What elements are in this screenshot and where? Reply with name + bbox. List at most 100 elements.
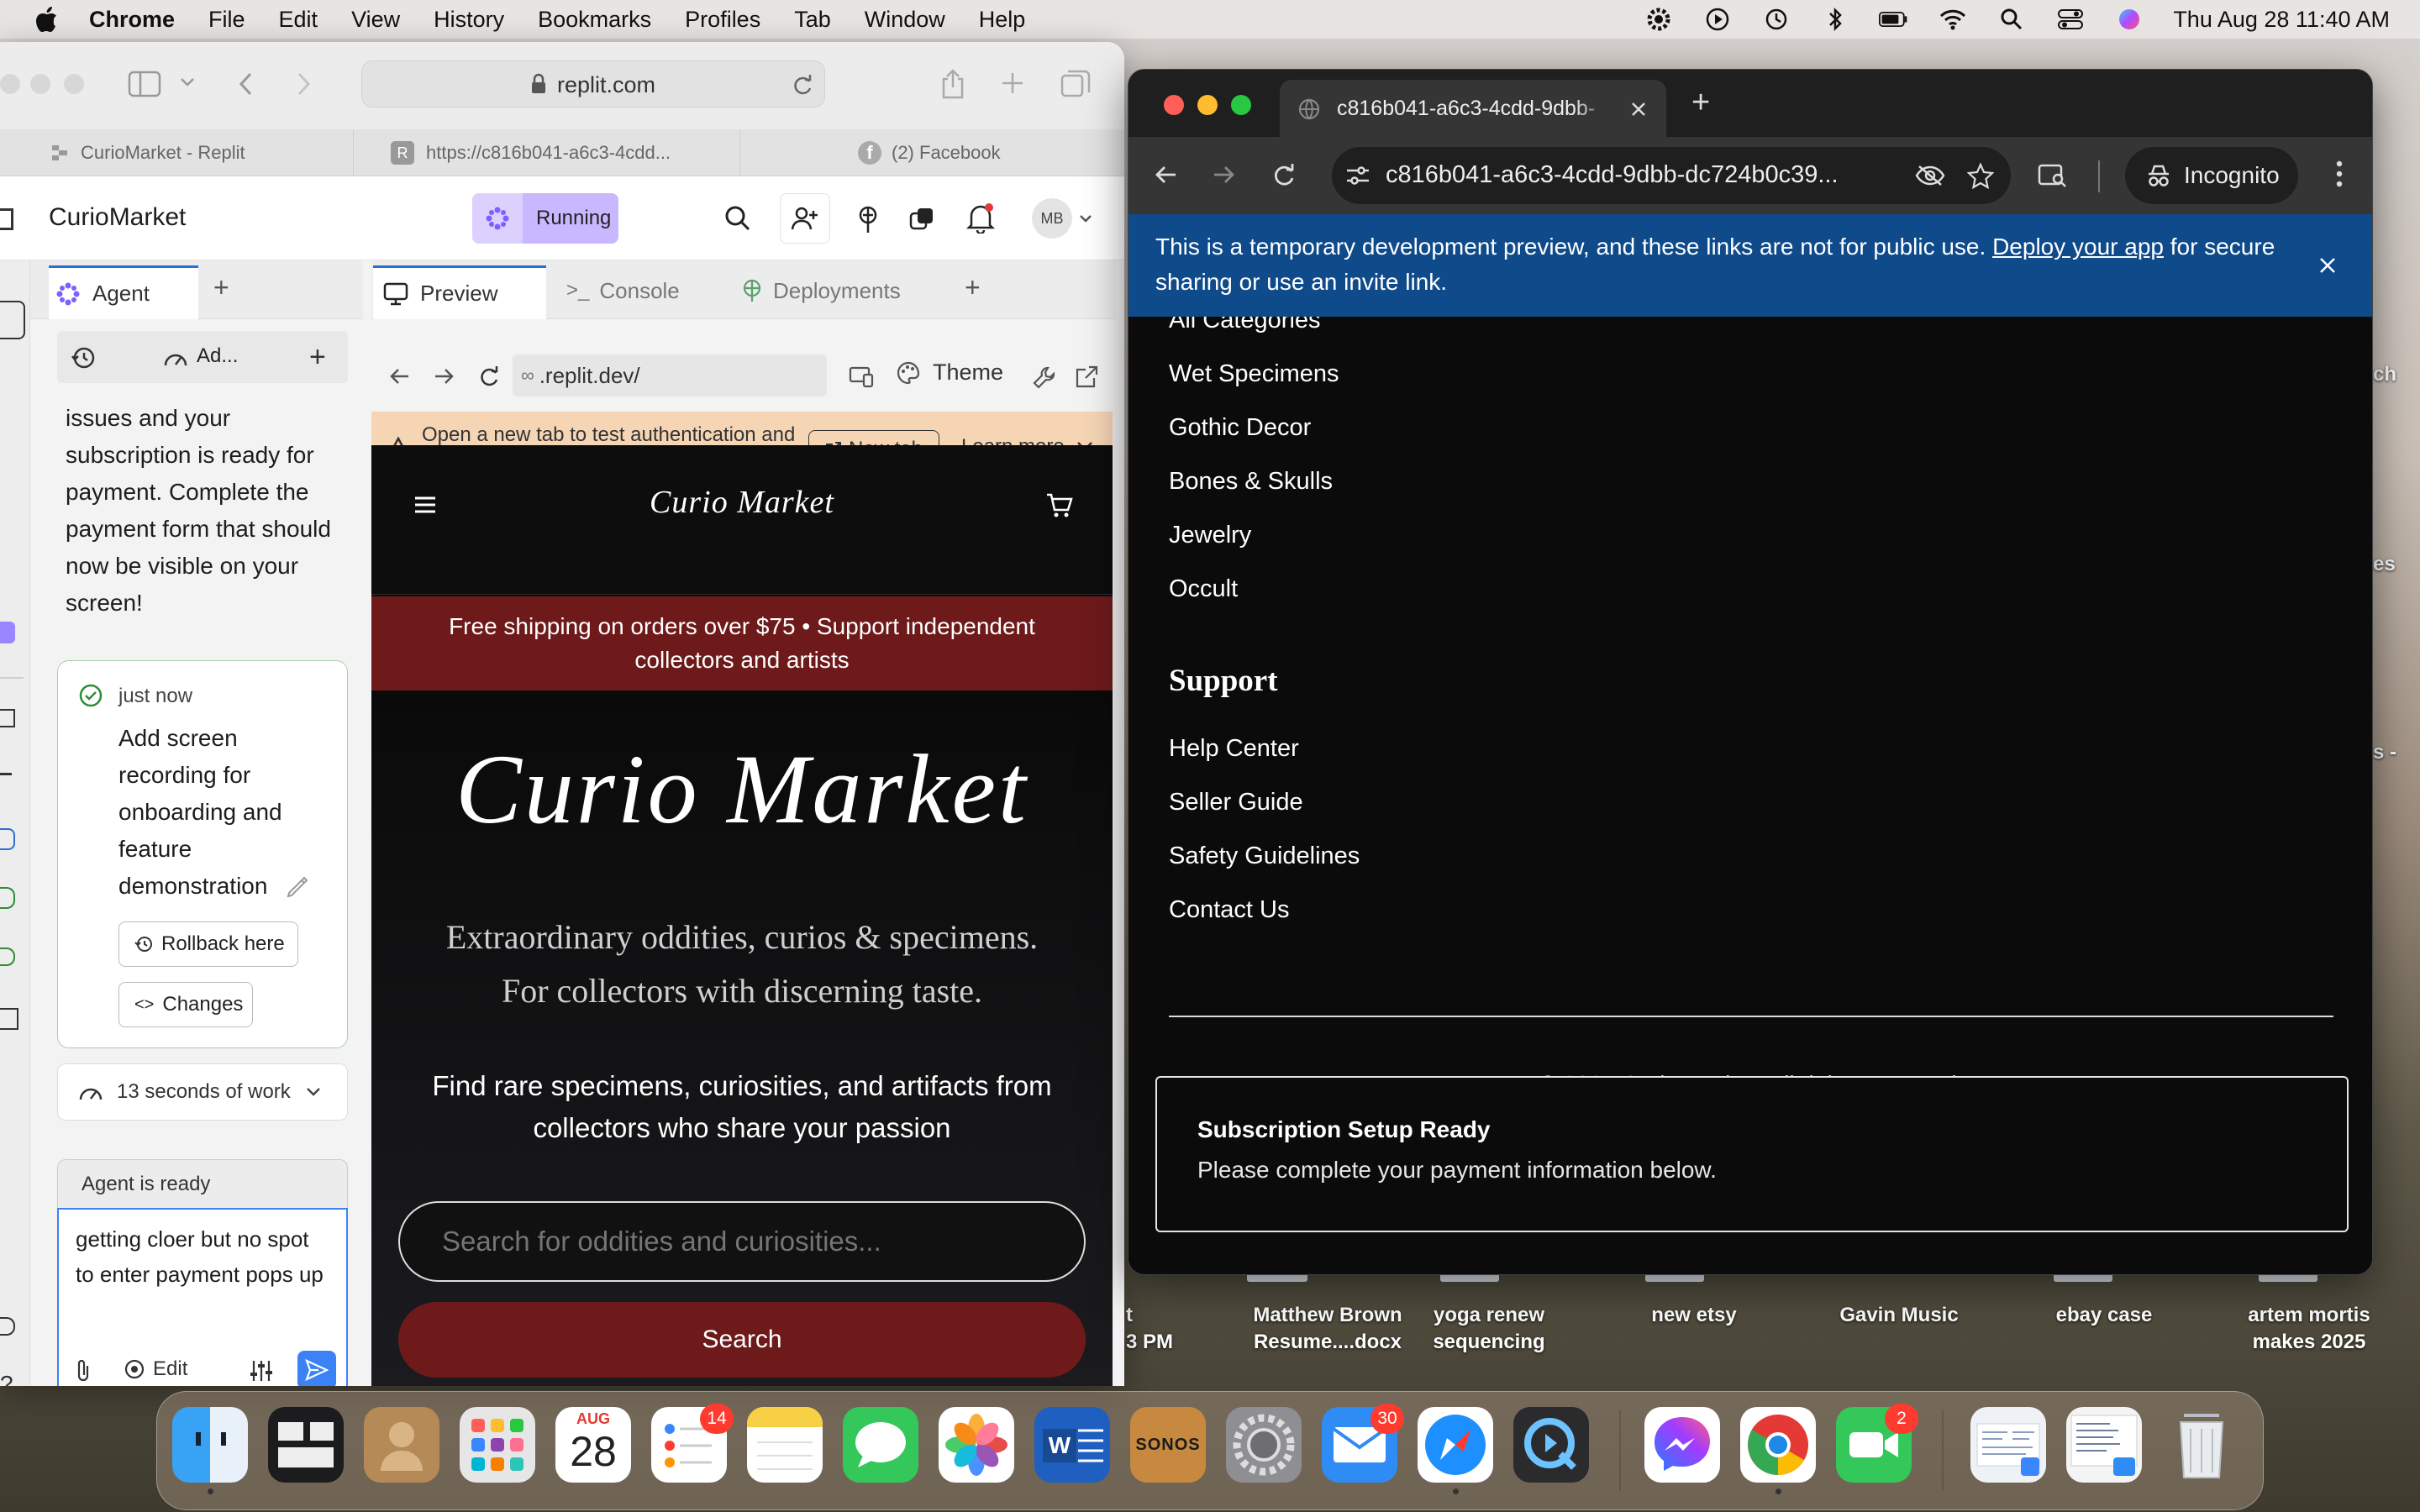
agent-input-box[interactable]: getting cloer but no spot to enter payme… xyxy=(57,1208,348,1386)
category-link[interactable]: Bones & Skulls xyxy=(1169,468,1333,496)
search-input[interactable] xyxy=(398,1201,1086,1282)
desktop-file-yoga[interactable]: yoga renew sequencing xyxy=(1395,1302,1583,1356)
changes-button[interactable]: <> Changes xyxy=(118,982,253,1027)
dock-recent-document-icon[interactable] xyxy=(1970,1407,2046,1483)
menu-profiles[interactable]: Profiles xyxy=(685,7,760,33)
tab-console[interactable]: >_ Console xyxy=(556,265,723,316)
preview-reload-icon[interactable] xyxy=(477,365,501,388)
eye-off-icon[interactable] xyxy=(1915,164,1945,187)
users-icon[interactable] xyxy=(0,948,15,966)
run-status-button[interactable]: Running xyxy=(472,193,618,244)
apple-menu-icon[interactable] xyxy=(34,5,59,34)
play-status-icon[interactable] xyxy=(1702,7,1733,32)
chevron-down-icon[interactable] xyxy=(1079,213,1092,223)
rollback-button[interactable]: Rollback here xyxy=(118,921,298,967)
sliders-icon[interactable] xyxy=(249,1359,274,1383)
new-chat-plus-icon[interactable]: + xyxy=(309,341,326,374)
tab-overview-icon[interactable] xyxy=(1060,69,1091,99)
spotlight-search-icon[interactable] xyxy=(1996,7,2027,32)
bell-icon[interactable] xyxy=(966,203,995,234)
dock-recent-window-icon[interactable] xyxy=(2066,1407,2142,1483)
dock-chrome-icon[interactable] xyxy=(1740,1407,1816,1494)
tab-agent[interactable]: Agent xyxy=(49,265,198,319)
cart-icon[interactable] xyxy=(1045,492,1074,519)
window-close-button[interactable] xyxy=(1164,95,1184,115)
back-arrow-icon[interactable] xyxy=(1154,164,1177,186)
speed-gauge-icon[interactable] xyxy=(163,348,188,368)
wrench-icon[interactable] xyxy=(1032,365,1057,390)
grid-icon[interactable] xyxy=(0,1008,18,1030)
battery-icon[interactable] xyxy=(1879,7,1909,32)
tab-search-icon[interactable] xyxy=(2038,162,2068,189)
wifi-icon[interactable] xyxy=(1938,7,1968,32)
attach-paperclip-icon[interactable] xyxy=(74,1357,92,1383)
forward-arrow-icon[interactable] xyxy=(1213,164,1236,186)
preview-back-icon[interactable] xyxy=(388,366,410,386)
home-icon[interactable] xyxy=(0,208,13,230)
multiplayer-icon[interactable] xyxy=(909,207,934,232)
share-icon[interactable] xyxy=(939,67,966,101)
search-icon[interactable] xyxy=(724,205,751,232)
siri-icon[interactable] xyxy=(2114,7,2144,32)
edit-mode-button[interactable]: Edit xyxy=(123,1357,187,1381)
send-button[interactable] xyxy=(297,1351,336,1386)
dock-facetime-icon[interactable]: 2 xyxy=(1836,1404,1918,1483)
bluetooth-icon[interactable] xyxy=(1820,7,1850,32)
chevron-down-icon[interactable] xyxy=(180,77,195,87)
category-link[interactable]: Gothic Decor xyxy=(1169,414,1311,442)
work-summary-dropdown[interactable]: 13 seconds of work xyxy=(57,1063,348,1121)
close-icon[interactable] xyxy=(2318,256,2337,275)
dock-messages-icon[interactable] xyxy=(843,1407,918,1483)
dock-mail-icon[interactable]: 30 xyxy=(1322,1404,1404,1483)
reload-icon[interactable] xyxy=(1271,162,1297,187)
help-icon[interactable]: ? xyxy=(0,1371,13,1386)
menu-edit[interactable]: Edit xyxy=(279,7,318,33)
desktop-file-etsy[interactable]: new etsy xyxy=(1600,1302,1788,1329)
curio-logo-small[interactable]: Curio Market xyxy=(371,484,1113,521)
dock-contacts-icon[interactable] xyxy=(364,1407,439,1483)
chrome-address-bar[interactable]: c816b041-a6c3-4cdd-9dbb-dc724b0c39... xyxy=(1332,147,2011,204)
dock-reminders-icon[interactable]: 14 xyxy=(651,1404,734,1483)
search-button[interactable]: Search xyxy=(398,1302,1086,1378)
preview-forward-icon[interactable] xyxy=(434,366,455,386)
add-tab-plus-icon[interactable]: + xyxy=(965,272,981,303)
invite-user-button[interactable] xyxy=(780,193,830,244)
window-close-button[interactable] xyxy=(0,74,20,94)
agent-mode-label[interactable]: Ad... xyxy=(197,344,238,368)
bookmark-star-icon[interactable] xyxy=(1967,162,1994,189)
more-menu-icon[interactable] xyxy=(2335,159,2344,189)
support-link[interactable]: Help Center xyxy=(1169,735,1299,763)
menu-bookmarks[interactable]: Bookmarks xyxy=(538,7,651,33)
reload-icon[interactable] xyxy=(791,73,814,97)
support-link[interactable]: Contact Us xyxy=(1169,896,1289,924)
safari-tab-facebook[interactable]: f (2) Facebook xyxy=(739,129,1124,176)
support-link[interactable]: Safety Guidelines xyxy=(1169,843,1360,870)
tab-preview[interactable]: Preview xyxy=(373,265,546,319)
shell-icon[interactable] xyxy=(0,773,12,775)
category-link[interactable]: Wet Specimens xyxy=(1169,360,1339,388)
close-icon[interactable] xyxy=(1629,100,1648,118)
support-link[interactable]: Seller Guide xyxy=(1169,789,1303,816)
avatar[interactable]: MB xyxy=(1032,198,1072,239)
theme-button[interactable]: Theme xyxy=(896,360,1003,386)
dock-safari-icon[interactable] xyxy=(1418,1407,1493,1494)
dock-finder-icon[interactable] xyxy=(172,1407,248,1494)
dock-messenger-icon[interactable] xyxy=(1644,1407,1720,1483)
window-minimize-button[interactable] xyxy=(30,74,50,94)
dock-calendar-icon[interactable]: AUG 28 xyxy=(555,1407,631,1483)
site-settings-icon[interactable] xyxy=(1345,164,1370,187)
dock-photos-icon[interactable] xyxy=(939,1407,1014,1483)
menu-window[interactable]: Window xyxy=(865,7,945,33)
desktop-file-artem[interactable]: artem mortis makes 2025 xyxy=(2215,1302,2403,1356)
dock-mission-control-icon[interactable] xyxy=(268,1407,344,1483)
devices-icon[interactable] xyxy=(849,366,874,388)
new-tab-plus-icon[interactable]: + xyxy=(1691,85,1710,121)
incognito-badge[interactable]: Incognito xyxy=(2125,147,2298,204)
settings-icon[interactable] xyxy=(0,1317,15,1336)
window-zoom-button[interactable] xyxy=(1231,95,1251,115)
desktop-file-ebay[interactable]: ebay case xyxy=(2010,1302,2198,1329)
gear-status-icon[interactable] xyxy=(1644,7,1674,32)
preview-url-bar[interactable]: ∞ .replit.dev/ xyxy=(513,354,827,396)
category-link[interactable]: Jewelry xyxy=(1169,522,1251,549)
safari-address-bar[interactable]: replit.com xyxy=(361,60,825,108)
